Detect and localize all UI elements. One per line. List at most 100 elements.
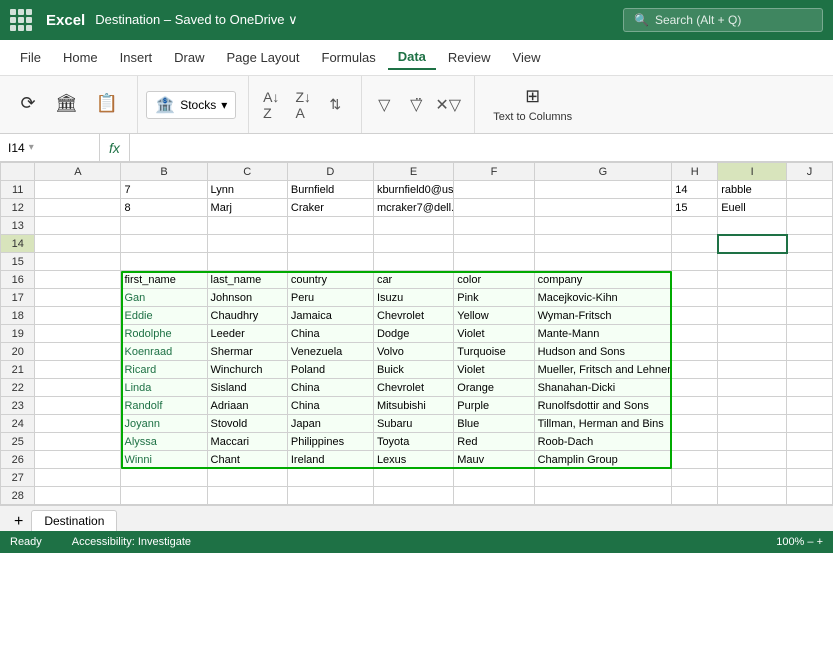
table-cell[interactable] bbox=[672, 217, 718, 235]
table-cell[interactable]: Chevrolet bbox=[373, 307, 453, 325]
table-cell[interactable] bbox=[35, 217, 121, 235]
table-cell[interactable] bbox=[454, 181, 534, 199]
table-cell[interactable] bbox=[454, 217, 534, 235]
table-cell[interactable]: 25 bbox=[1, 433, 35, 451]
table-cell[interactable] bbox=[35, 433, 121, 451]
table-cell[interactable]: Hudson and Sons bbox=[534, 343, 672, 361]
connections-btn[interactable]: 📋 bbox=[89, 83, 125, 127]
table-cell[interactable]: 16 bbox=[1, 271, 35, 289]
table-cell[interactable] bbox=[718, 379, 787, 397]
table-cell[interactable]: Leeder bbox=[207, 325, 287, 343]
table-cell[interactable]: Purple bbox=[454, 397, 534, 415]
table-cell[interactable] bbox=[672, 451, 718, 469]
table-cell[interactable]: Dodge bbox=[373, 325, 453, 343]
table-cell[interactable] bbox=[287, 253, 373, 271]
table-row[interactable]: 26WinniChantIrelandLexusMauvChamplin Gro… bbox=[1, 451, 833, 469]
col-header-B[interactable]: B bbox=[121, 163, 207, 181]
table-cell[interactable]: Tillman, Herman and Bins bbox=[534, 415, 672, 433]
table-cell[interactable] bbox=[672, 253, 718, 271]
table-cell[interactable]: Mante-Mann bbox=[534, 325, 672, 343]
table-cell[interactable]: Poland bbox=[287, 361, 373, 379]
table-cell[interactable] bbox=[787, 451, 833, 469]
table-cell[interactable] bbox=[787, 217, 833, 235]
table-cell[interactable]: China bbox=[287, 325, 373, 343]
table-cell[interactable]: Winni bbox=[121, 451, 207, 469]
table-cell[interactable] bbox=[787, 433, 833, 451]
table-cell[interactable]: Koenraad bbox=[121, 343, 207, 361]
table-cell[interactable]: Orange bbox=[454, 379, 534, 397]
table-cell[interactable] bbox=[121, 487, 207, 505]
table-cell[interactable] bbox=[287, 487, 373, 505]
table-cell[interactable] bbox=[207, 253, 287, 271]
table-cell[interactable]: Subaru bbox=[373, 415, 453, 433]
search-box[interactable]: 🔍 Search (Alt + Q) bbox=[623, 8, 823, 32]
table-cell[interactable]: Jamaica bbox=[287, 307, 373, 325]
refresh-btn[interactable]: ⟳ bbox=[12, 83, 44, 127]
table-cell[interactable] bbox=[534, 181, 672, 199]
table-cell[interactable] bbox=[35, 289, 121, 307]
table-row[interactable]: 128MarjCrakermcraker7@dell.com15Euell bbox=[1, 199, 833, 217]
table-cell[interactable] bbox=[718, 253, 787, 271]
table-cell[interactable]: Adriaan bbox=[207, 397, 287, 415]
table-cell[interactable]: country bbox=[287, 271, 373, 289]
table-cell[interactable]: Lynn bbox=[207, 181, 287, 199]
table-cell[interactable]: China bbox=[287, 379, 373, 397]
table-cell[interactable]: Toyota bbox=[373, 433, 453, 451]
table-cell[interactable]: 14 bbox=[672, 181, 718, 199]
table-cell[interactable]: Peru bbox=[287, 289, 373, 307]
table-row[interactable]: 28 bbox=[1, 487, 833, 505]
table-cell[interactable] bbox=[373, 469, 453, 487]
table-cell[interactable] bbox=[787, 289, 833, 307]
table-cell[interactable]: Sisland bbox=[207, 379, 287, 397]
col-header-G[interactable]: G bbox=[534, 163, 672, 181]
table-cell[interactable]: Ireland bbox=[287, 451, 373, 469]
table-cell[interactable]: Venezuela bbox=[287, 343, 373, 361]
col-header-J[interactable]: J bbox=[787, 163, 833, 181]
table-cell[interactable] bbox=[121, 253, 207, 271]
table-cell[interactable] bbox=[534, 235, 672, 253]
table-cell[interactable] bbox=[718, 235, 787, 253]
menu-data[interactable]: Data bbox=[388, 45, 436, 70]
table-cell[interactable]: Chaudhry bbox=[207, 307, 287, 325]
table-cell[interactable]: Euell bbox=[718, 199, 787, 217]
menu-review[interactable]: Review bbox=[438, 46, 501, 69]
col-header-A[interactable]: A bbox=[35, 163, 121, 181]
table-cell[interactable]: Winchurch bbox=[207, 361, 287, 379]
table-cell[interactable] bbox=[534, 487, 672, 505]
table-cell[interactable] bbox=[718, 469, 787, 487]
table-cell[interactable]: 17 bbox=[1, 289, 35, 307]
table-cell[interactable] bbox=[718, 397, 787, 415]
table-cell[interactable]: Rodolphe bbox=[121, 325, 207, 343]
table-cell[interactable]: 14 bbox=[1, 235, 35, 253]
table-cell[interactable]: Yellow bbox=[454, 307, 534, 325]
table-cell[interactable] bbox=[534, 199, 672, 217]
table-cell[interactable] bbox=[787, 361, 833, 379]
table-cell[interactable] bbox=[35, 415, 121, 433]
cell-reference-box[interactable]: I14 ▾ bbox=[0, 134, 100, 161]
table-cell[interactable]: 23 bbox=[1, 397, 35, 415]
doc-title[interactable]: Destination – Saved to OneDrive ∨ bbox=[95, 12, 297, 28]
table-row[interactable]: 19RodolpheLeederChinaDodgeVioletMante-Ma… bbox=[1, 325, 833, 343]
table-row[interactable]: 16first_namelast_namecountrycarcolorcomp… bbox=[1, 271, 833, 289]
menu-draw[interactable]: Draw bbox=[164, 46, 214, 69]
table-row[interactable]: 21RicardWinchurchPolandBuickVioletMuelle… bbox=[1, 361, 833, 379]
zoom-controls[interactable]: 100% – + bbox=[776, 536, 823, 548]
table-cell[interactable] bbox=[35, 235, 121, 253]
table-cell[interactable] bbox=[672, 397, 718, 415]
table-cell[interactable]: Marj bbox=[207, 199, 287, 217]
table-cell[interactable] bbox=[454, 487, 534, 505]
table-cell[interactable]: Champlin Group bbox=[534, 451, 672, 469]
table-cell[interactable] bbox=[35, 361, 121, 379]
table-cell[interactable]: company bbox=[534, 271, 672, 289]
table-cell[interactable] bbox=[672, 379, 718, 397]
table-cell[interactable] bbox=[787, 325, 833, 343]
table-cell[interactable] bbox=[373, 217, 453, 235]
sort-custom-button[interactable]: ⇅ bbox=[321, 91, 349, 119]
table-cell[interactable]: Joyann bbox=[121, 415, 207, 433]
table-cell[interactable]: Chevrolet bbox=[373, 379, 453, 397]
table-cell[interactable] bbox=[672, 289, 718, 307]
table-cell[interactable] bbox=[35, 325, 121, 343]
menu-file[interactable]: File bbox=[10, 46, 51, 69]
col-header-E[interactable]: E bbox=[373, 163, 453, 181]
table-cell[interactable]: 15 bbox=[1, 253, 35, 271]
